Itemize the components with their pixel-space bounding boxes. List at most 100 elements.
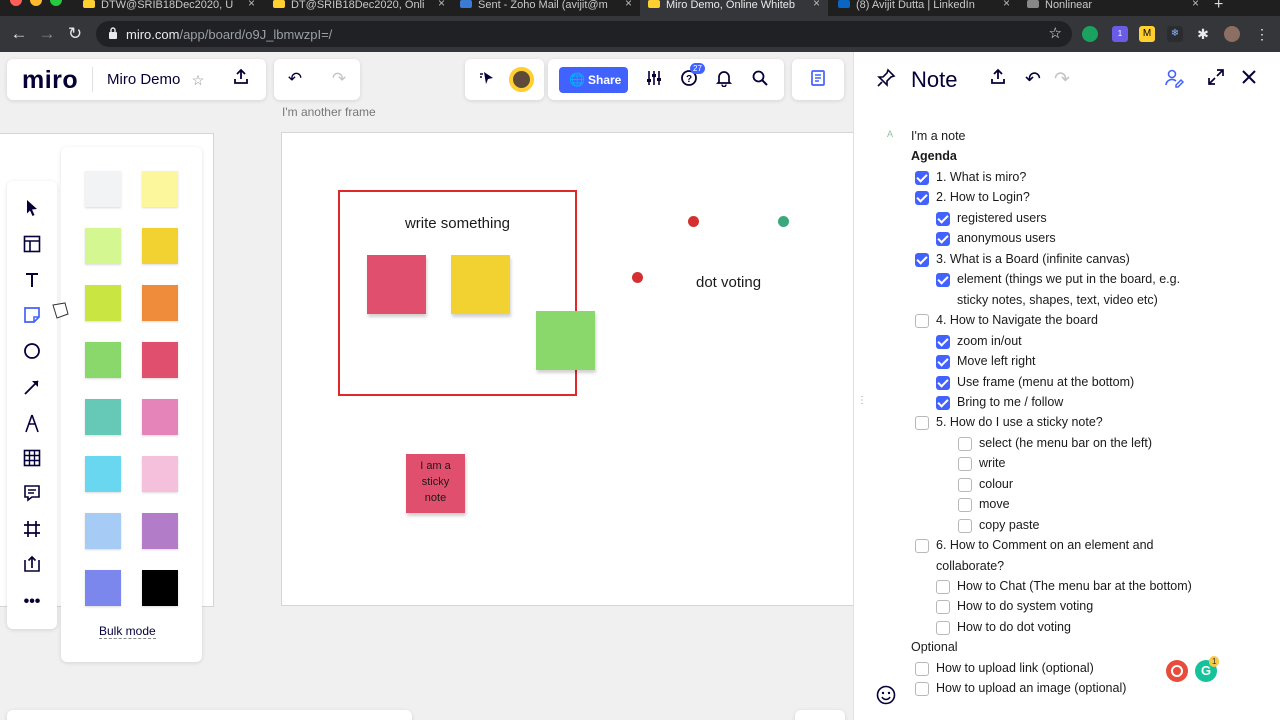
new-tab-button[interactable]: + bbox=[1214, 0, 1223, 14]
color-swatch[interactable] bbox=[142, 570, 178, 606]
redo-icon[interactable]: ↷ bbox=[327, 68, 351, 90]
checklist-item-text[interactable]: copy paste bbox=[979, 518, 1039, 532]
checklist-item-text[interactable]: Use frame (menu at the bottom) bbox=[957, 375, 1134, 389]
close-tab-icon[interactable]: × bbox=[1192, 0, 1199, 9]
maximize-window-icon[interactable] bbox=[50, 0, 62, 6]
edit-people-icon[interactable] bbox=[1162, 68, 1186, 92]
miro-logo[interactable]: miro bbox=[22, 66, 78, 95]
close-tab-icon[interactable]: × bbox=[625, 0, 632, 9]
pen-icon[interactable] bbox=[21, 413, 43, 435]
checklist-checkbox[interactable] bbox=[915, 252, 929, 267]
upload-icon[interactable] bbox=[21, 555, 43, 577]
close-window-icon[interactable] bbox=[10, 0, 22, 6]
templates-icon[interactable] bbox=[21, 235, 43, 257]
checklist-item-text[interactable]: select (he menu bar on the left) bbox=[979, 436, 1152, 450]
checklist-checkbox[interactable] bbox=[936, 273, 950, 288]
extension-snowflake-icon[interactable]: ❄ bbox=[1167, 26, 1183, 42]
vote-dot-green[interactable] bbox=[778, 216, 789, 227]
checklist-item-text[interactable]: Bring to me / follow bbox=[957, 395, 1063, 409]
section-label[interactable]: Optional bbox=[911, 640, 958, 654]
more-icon[interactable]: ••• bbox=[21, 591, 43, 613]
select-icon[interactable] bbox=[21, 199, 43, 221]
notifications-bell-icon[interactable] bbox=[712, 69, 736, 91]
table-icon[interactable] bbox=[21, 449, 43, 471]
redo-icon[interactable]: ↷ bbox=[1050, 68, 1074, 92]
export-icon[interactable] bbox=[229, 68, 253, 90]
board-canvas[interactable]: I'm another frame write something dot vo… bbox=[0, 52, 853, 720]
color-swatch[interactable] bbox=[85, 171, 121, 207]
checklist-item-text[interactable]: How to do system voting bbox=[957, 599, 1093, 613]
color-swatch[interactable] bbox=[142, 228, 178, 264]
checklist-item-text[interactable]: 1. What is miro? bbox=[936, 170, 1026, 184]
checklist-checkbox[interactable] bbox=[915, 314, 929, 329]
checklist-checkbox[interactable] bbox=[936, 395, 950, 410]
close-tab-icon[interactable]: × bbox=[438, 0, 445, 9]
pin-icon[interactable] bbox=[874, 68, 898, 92]
close-tab-icon[interactable]: × bbox=[248, 0, 255, 9]
color-swatch[interactable] bbox=[142, 399, 178, 435]
browser-tab[interactable]: DT@SRIB18Dec2020, Onli × bbox=[265, 0, 453, 16]
color-swatch[interactable] bbox=[142, 171, 178, 207]
sticky-note-text[interactable]: I am a sticky note bbox=[406, 454, 465, 513]
color-swatch[interactable] bbox=[85, 456, 121, 492]
checklist-checkbox[interactable] bbox=[936, 334, 950, 349]
color-swatch[interactable] bbox=[85, 399, 121, 435]
collaborator-avatar[interactable] bbox=[509, 67, 534, 92]
target-extension-icon[interactable] bbox=[1166, 660, 1188, 682]
comment-icon[interactable] bbox=[21, 484, 43, 506]
frame-text[interactable]: write something bbox=[338, 215, 577, 232]
bookmark-star-icon[interactable]: ☆ bbox=[1049, 24, 1062, 42]
checklist-checkbox[interactable] bbox=[915, 171, 929, 185]
checklist-item-text[interactable]: registered users bbox=[957, 211, 1047, 225]
checklist-item-text[interactable]: collaborate? bbox=[936, 559, 1004, 573]
profile-avatar[interactable] bbox=[1224, 26, 1240, 42]
frame-icon[interactable] bbox=[21, 520, 43, 542]
share-button[interactable]: 🌐 Share bbox=[559, 67, 628, 93]
checklist-item-text[interactable]: colour bbox=[979, 477, 1013, 491]
checklist-checkbox[interactable] bbox=[915, 416, 929, 431]
checklist-checkbox[interactable] bbox=[958, 518, 972, 533]
browser-tab[interactable]: Miro Demo, Online Whiteb × bbox=[640, 0, 828, 16]
bottom-toolbar[interactable] bbox=[7, 710, 412, 720]
color-swatch[interactable] bbox=[142, 456, 178, 492]
extension-purple-icon[interactable]: 1 bbox=[1112, 26, 1128, 42]
checklist-item-text[interactable]: zoom in/out bbox=[957, 334, 1022, 348]
reload-icon[interactable]: ↻ bbox=[65, 24, 85, 44]
checklist-item-text[interactable]: 5. How do I use a sticky note? bbox=[936, 415, 1103, 429]
checklist-checkbox[interactable] bbox=[958, 477, 972, 492]
vote-dot-red[interactable] bbox=[632, 272, 643, 283]
sticky-note-yellow[interactable] bbox=[451, 255, 510, 314]
checklist-checkbox[interactable] bbox=[915, 682, 929, 697]
extensions-puzzle-icon[interactable]: ✱ bbox=[1195, 26, 1211, 42]
shape-icon[interactable] bbox=[21, 342, 43, 364]
browser-tab[interactable]: DTW@SRIB18Dec2020, U × bbox=[75, 0, 263, 16]
color-swatch[interactable] bbox=[85, 513, 121, 549]
address-bar[interactable]: miro.com/app/board/o9J_lbmwzpI=/ ☆ bbox=[96, 21, 1072, 47]
undo-icon[interactable]: ↶ bbox=[1021, 68, 1045, 92]
settings-sliders-icon[interactable] bbox=[642, 69, 666, 91]
checklist-checkbox[interactable] bbox=[915, 661, 929, 676]
close-icon[interactable] bbox=[1237, 68, 1261, 92]
back-icon[interactable]: ← bbox=[9, 24, 29, 44]
checklist-item-text[interactable]: Move left right bbox=[957, 354, 1036, 368]
undo-icon[interactable]: ↶ bbox=[283, 68, 307, 90]
sticky-note-icon[interactable] bbox=[21, 306, 43, 328]
dot-voting-text[interactable]: dot voting bbox=[696, 274, 761, 291]
cursor-follow-icon[interactable] bbox=[475, 69, 499, 91]
checklist-item-text[interactable]: move bbox=[979, 497, 1010, 511]
note-intro[interactable]: I'm a note bbox=[911, 129, 966, 143]
checklist-checkbox[interactable] bbox=[958, 498, 972, 513]
note-heading[interactable]: Agenda bbox=[911, 149, 957, 163]
checklist-item-text[interactable]: How to do dot voting bbox=[957, 620, 1071, 634]
checklist-checkbox[interactable] bbox=[936, 580, 950, 594]
export-icon[interactable] bbox=[986, 68, 1010, 92]
checklist-checkbox[interactable] bbox=[936, 375, 950, 390]
color-swatch[interactable] bbox=[142, 513, 178, 549]
forward-icon[interactable]: → bbox=[37, 24, 57, 44]
browser-tab[interactable]: Nonlinear × bbox=[1019, 0, 1207, 16]
minimize-window-icon[interactable] bbox=[30, 0, 42, 6]
checklist-item-text[interactable]: element (things we put in the board, e.g… bbox=[957, 272, 1180, 286]
checklist-item-text[interactable]: 2. How to Login? bbox=[936, 190, 1030, 204]
text-icon[interactable] bbox=[21, 271, 43, 293]
board-name[interactable]: Miro Demo bbox=[107, 71, 180, 88]
